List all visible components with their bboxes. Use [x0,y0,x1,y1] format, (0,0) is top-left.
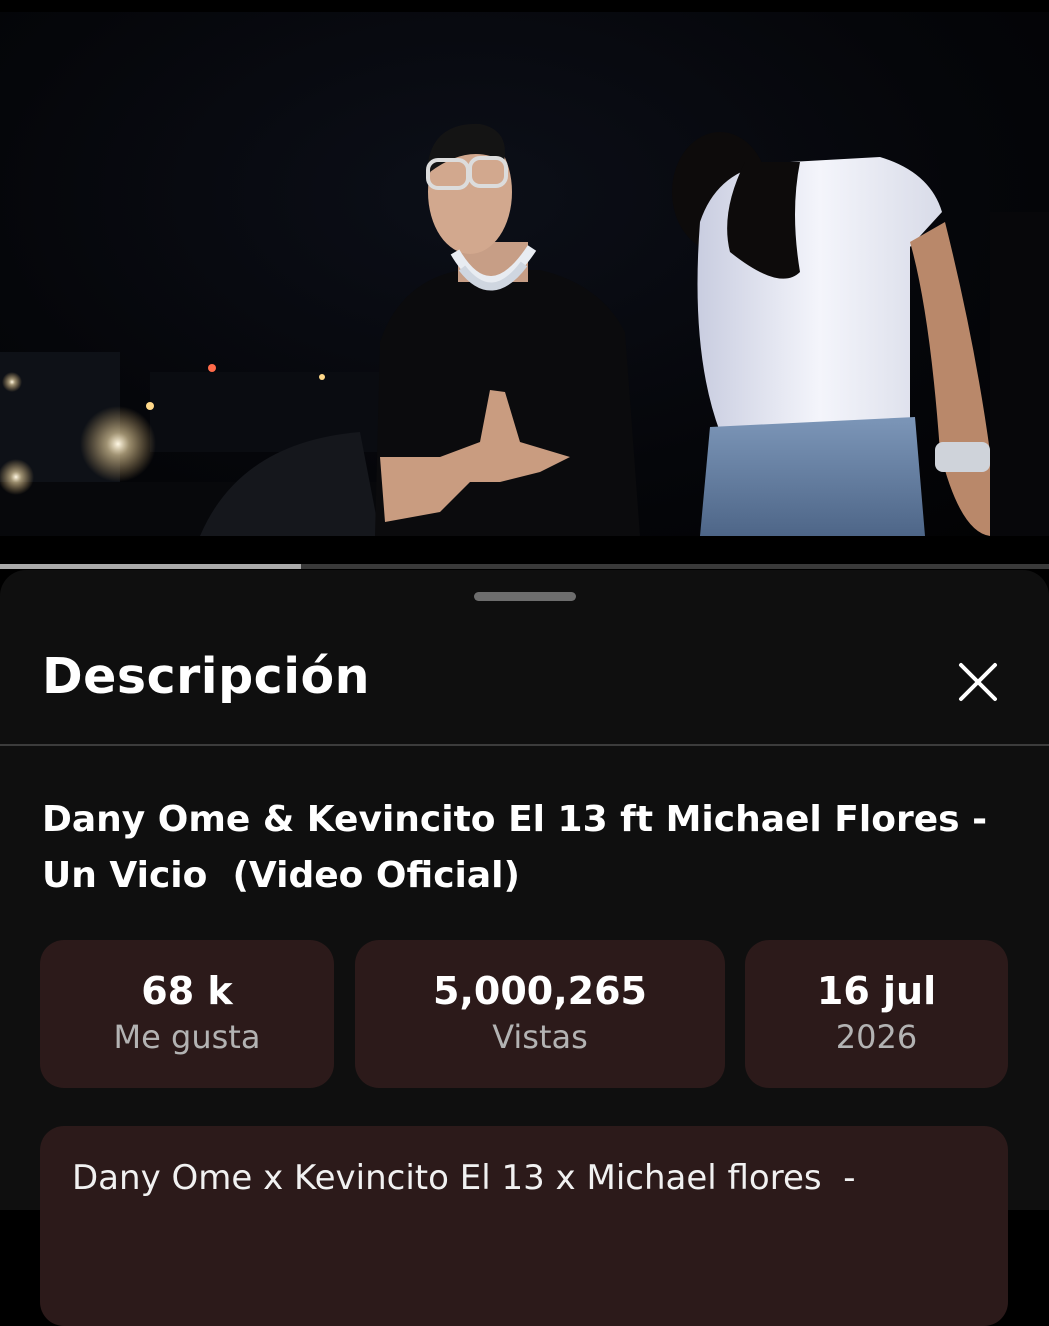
video-title-line-1: Dany Ome & Kevincito El 13 ft Michael Fl… [42,799,988,840]
close-icon [959,663,997,701]
views-label: Vistas [492,1018,588,1056]
likes-count: 68 k [141,969,233,1013]
divider [0,744,1049,746]
video-progress-bar[interactable] [0,564,1049,569]
description-box[interactable]: Dany Ome x Kevincito El 13 x Michael flo… [40,1126,1008,1326]
video-title: Dany Ome & Kevincito El 13 ft Michael Fl… [42,792,1002,904]
views-stat: 5,000,265 Vistas [355,940,725,1088]
video-player[interactable] [0,12,1049,536]
upload-year: 2026 [835,1018,918,1056]
likes-stat: 68 k Me gusta [40,940,334,1088]
video-frame [0,123,1049,536]
close-button[interactable] [950,654,1006,710]
drag-handle[interactable] [474,592,576,601]
description-sheet: Descripción Dany Ome & Kevincito El 13 f… [0,570,1049,1326]
upload-date: 16 jul [816,969,937,1013]
views-count: 5,000,265 [433,969,647,1013]
description-text: Dany Ome x Kevincito El 13 x Michael flo… [72,1158,856,1198]
video-title-line-2: Un Vicio (Video Oficial) [42,855,520,896]
video-progress-fill [0,564,302,569]
sheet-title: Descripción [42,648,371,705]
date-stat: 16 jul 2026 [745,940,1008,1088]
likes-label: Me gusta [113,1018,261,1056]
